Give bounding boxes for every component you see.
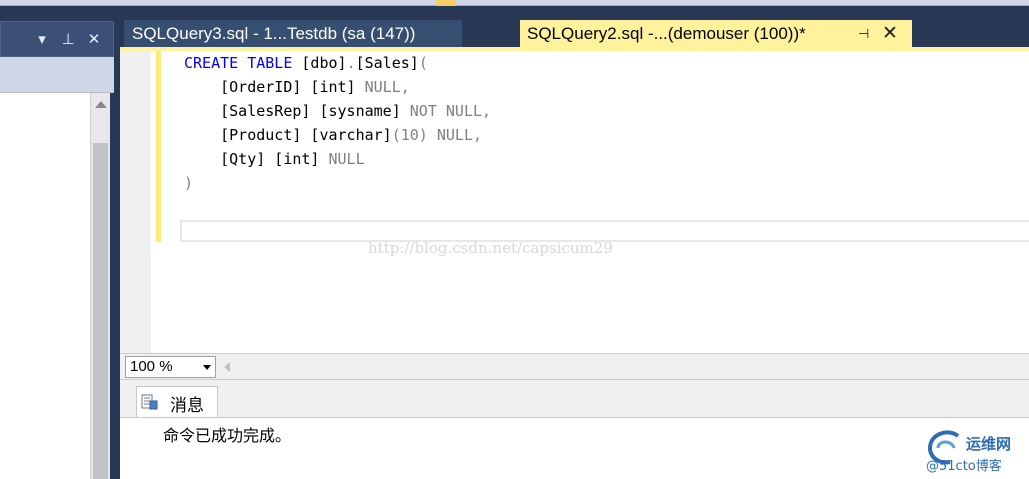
messages-body: 命令已成功完成。 bbox=[120, 417, 1029, 479]
change-tracking-marker bbox=[156, 51, 161, 242]
code-line[interactable]: ) bbox=[184, 171, 491, 195]
code-line[interactable]: [OrderID] [int] NULL, bbox=[184, 75, 491, 99]
scroll-left-arrow-icon[interactable] bbox=[224, 362, 230, 372]
messages-icon bbox=[141, 394, 158, 410]
tool-window-body bbox=[0, 93, 92, 479]
pin-icon[interactable]: ⊥ bbox=[59, 29, 77, 49]
logo-subtitle: @51cto博客 bbox=[926, 459, 1002, 474]
code-line[interactable]: [SalesRep] [sysname] NOT NULL, bbox=[184, 99, 491, 123]
result-message: 命令已成功完成。 bbox=[163, 426, 292, 445]
tab-label: SQLQuery2.sql -...(demouser (100))* bbox=[527, 24, 806, 43]
editor-margin bbox=[120, 51, 151, 353]
sql-token: (10) NULL, bbox=[391, 126, 483, 144]
watermark: http://blog.csdn.net/capsicum29 bbox=[368, 239, 613, 257]
sql-keyword: CREATE TABLE bbox=[184, 54, 293, 72]
sql-code[interactable]: CREATE TABLE [dbo].[Sales]( [OrderID] [i… bbox=[184, 51, 491, 195]
sql-token: NOT NULL, bbox=[409, 102, 492, 120]
code-line[interactable]: CREATE TABLE [dbo].[Sales]( bbox=[184, 51, 491, 75]
query-editor[interactable]: CREATE TABLE [dbo].[Sales]( [OrderID] [i… bbox=[120, 51, 1029, 353]
close-icon[interactable]: ✕ bbox=[85, 29, 103, 49]
scroll-up-arrow-icon[interactable] bbox=[95, 101, 107, 108]
logo-title: 运维网 bbox=[966, 435, 1012, 453]
sql-token: NULL, bbox=[364, 78, 410, 96]
sql-token: [OrderID] [int] bbox=[184, 78, 365, 96]
toolbar-strip bbox=[0, 0, 1029, 6]
vertical-scrollbar[interactable] bbox=[90, 93, 110, 479]
sql-token: [Qty] [int] bbox=[184, 150, 329, 168]
tab-sqlquery3[interactable]: SQLQuery3.sql - 1...Testdb (sa (147)) bbox=[124, 20, 462, 47]
sql-token: ) bbox=[184, 174, 194, 192]
sql-token: ( bbox=[418, 54, 428, 72]
tool-window-header: ▾ ⊥ ✕ bbox=[0, 21, 114, 57]
pin-icon[interactable]: ⊣ bbox=[858, 20, 869, 47]
results-pane: 消息 命令已成功完成。 bbox=[120, 380, 1029, 479]
sql-token: NULL bbox=[328, 150, 365, 168]
code-line[interactable]: [Product] [varchar](10) NULL, bbox=[184, 123, 491, 147]
sql-token: [Product] [varchar] bbox=[184, 126, 392, 144]
toolbar-active-button[interactable] bbox=[436, 0, 456, 6]
sql-token: . bbox=[346, 54, 356, 72]
sql-token: [dbo] bbox=[292, 54, 347, 72]
chevron-down-icon[interactable] bbox=[203, 365, 211, 370]
zoom-value: 100 % bbox=[130, 358, 173, 375]
editor-status-bar: 100 % bbox=[120, 353, 1029, 380]
close-icon[interactable]: ✕ bbox=[882, 20, 898, 47]
left-tool-window: ▾ ⊥ ✕ bbox=[0, 6, 114, 479]
sql-token: [Sales] bbox=[355, 54, 419, 72]
tool-window-toolbar bbox=[0, 57, 114, 93]
code-line[interactable]: [Qty] [int] NULL bbox=[184, 147, 491, 171]
tab-messages[interactable]: 消息 bbox=[136, 386, 218, 417]
scrollbar-thumb[interactable] bbox=[93, 143, 108, 479]
dropdown-icon[interactable]: ▾ bbox=[33, 29, 51, 49]
site-logo: 运维网 @51cto博客 bbox=[922, 430, 1029, 479]
messages-tab-label: 消息 bbox=[170, 396, 204, 416]
tab-label: SQLQuery3.sql - 1...Testdb (sa (147)) bbox=[132, 24, 416, 43]
sql-token: [SalesRep] [sysname] bbox=[184, 102, 410, 120]
tab-sqlquery2[interactable]: SQLQuery2.sql -...(demouser (100))* ⊣ ✕ bbox=[520, 20, 912, 47]
zoom-dropdown[interactable]: 100 % bbox=[125, 356, 216, 378]
